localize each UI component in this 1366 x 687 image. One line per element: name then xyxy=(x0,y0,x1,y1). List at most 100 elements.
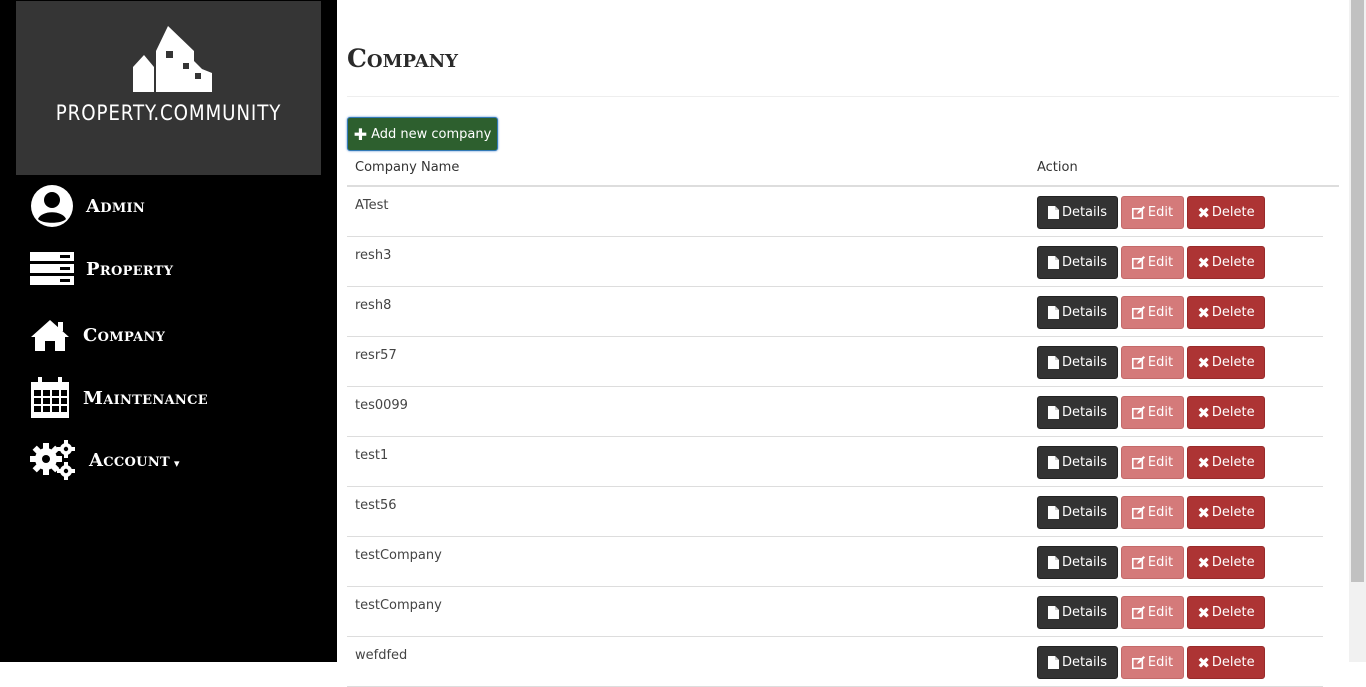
edit-label: Edit xyxy=(1147,655,1174,670)
company-name: test1 xyxy=(355,448,389,463)
delete-button[interactable]: ✖ Delete xyxy=(1187,396,1265,429)
delete-button[interactable]: ✖ Delete xyxy=(1187,246,1265,279)
edit-icon xyxy=(1131,256,1145,269)
table-row: wefdfed Details Edit ✖ Delete xyxy=(347,637,1323,687)
edit-button[interactable]: Edit xyxy=(1121,546,1184,579)
scrollbar-thumb[interactable] xyxy=(1351,0,1364,582)
details-label: Details xyxy=(1061,405,1108,420)
sidebar-item-account[interactable]: Account ▾ xyxy=(30,439,180,481)
delete-button[interactable]: ✖ Delete xyxy=(1187,496,1265,529)
edit-button[interactable]: Edit xyxy=(1121,496,1184,529)
title-divider xyxy=(347,96,1339,97)
sidebar-item-maintenance[interactable]: Maintenance xyxy=(30,377,208,419)
sidebar-item-label: Maintenance xyxy=(83,387,208,409)
close-icon: ✖ xyxy=(1197,603,1210,622)
edit-icon xyxy=(1131,556,1145,569)
logo[interactable]: PROPERTY.COMMUNITY xyxy=(16,1,321,175)
company-name: wefdfed xyxy=(355,648,408,663)
table-row: tes0099 Details Edit ✖ Delete xyxy=(347,387,1323,437)
edit-label: Edit xyxy=(1147,205,1174,220)
details-button[interactable]: Details xyxy=(1037,596,1118,629)
vertical-scrollbar[interactable] xyxy=(1349,0,1366,662)
details-label: Details xyxy=(1061,605,1108,620)
file-icon xyxy=(1047,256,1059,269)
table-row: resr57 Details Edit ✖ Delete xyxy=(347,337,1323,387)
delete-label: Delete xyxy=(1211,405,1255,420)
edit-button[interactable]: Edit xyxy=(1121,246,1184,279)
company-name: test56 xyxy=(355,498,397,513)
sidebar-item-property[interactable]: Property xyxy=(30,252,173,286)
delete-button[interactable]: ✖ Delete xyxy=(1187,196,1265,229)
company-name: ATest xyxy=(355,198,389,213)
edit-label: Edit xyxy=(1147,355,1174,370)
page-title: Company xyxy=(347,44,458,73)
close-icon: ✖ xyxy=(1197,253,1210,272)
file-icon xyxy=(1047,606,1059,619)
details-button[interactable]: Details xyxy=(1037,296,1118,329)
edit-label: Edit xyxy=(1147,505,1174,520)
table-row: ATest Details Edit ✖ Delete xyxy=(347,187,1323,237)
delete-label: Delete xyxy=(1211,655,1255,670)
sidebar-item-company[interactable]: Company xyxy=(30,318,165,352)
company-name: resh8 xyxy=(355,298,392,313)
details-label: Details xyxy=(1061,455,1108,470)
edit-icon xyxy=(1131,506,1145,519)
delete-label: Delete xyxy=(1211,555,1255,570)
details-label: Details xyxy=(1061,205,1108,220)
details-button[interactable]: Details xyxy=(1037,546,1118,579)
add-company-button[interactable]: ✚ Add new company xyxy=(347,117,498,151)
details-button[interactable]: Details xyxy=(1037,646,1118,679)
sidebar-item-admin[interactable]: Admin xyxy=(30,184,145,228)
details-button[interactable]: Details xyxy=(1037,396,1118,429)
edit-icon xyxy=(1131,656,1145,669)
file-icon xyxy=(1047,506,1059,519)
delete-label: Delete xyxy=(1211,355,1255,370)
details-button[interactable]: Details xyxy=(1037,196,1118,229)
edit-icon xyxy=(1131,306,1145,319)
close-icon: ✖ xyxy=(1197,303,1210,322)
edit-button[interactable]: Edit xyxy=(1121,396,1184,429)
close-icon: ✖ xyxy=(1197,453,1210,472)
edit-button[interactable]: Edit xyxy=(1121,346,1184,379)
delete-button[interactable]: ✖ Delete xyxy=(1187,546,1265,579)
details-label: Details xyxy=(1061,655,1108,670)
details-button[interactable]: Details xyxy=(1037,346,1118,379)
delete-label: Delete xyxy=(1211,605,1255,620)
delete-button[interactable]: ✖ Delete xyxy=(1187,596,1265,629)
edit-icon xyxy=(1131,356,1145,369)
delete-button[interactable]: ✖ Delete xyxy=(1187,346,1265,379)
chevron-down-icon: ▾ xyxy=(173,456,180,470)
close-icon: ✖ xyxy=(1197,203,1210,222)
close-icon: ✖ xyxy=(1197,553,1210,572)
edit-icon xyxy=(1131,456,1145,469)
details-label: Details xyxy=(1061,555,1108,570)
edit-button[interactable]: Edit xyxy=(1121,196,1184,229)
delete-button[interactable]: ✖ Delete xyxy=(1187,296,1265,329)
close-icon: ✖ xyxy=(1197,653,1210,672)
edit-button[interactable]: Edit xyxy=(1121,646,1184,679)
delete-button[interactable]: ✖ Delete xyxy=(1187,446,1265,479)
details-label: Details xyxy=(1061,305,1108,320)
column-header-action: Action xyxy=(1037,160,1078,175)
delete-label: Delete xyxy=(1211,505,1255,520)
file-icon xyxy=(1047,656,1059,669)
company-name: tes0099 xyxy=(355,398,408,413)
table-row: resh3 Details Edit ✖ Delete xyxy=(347,237,1323,287)
sidebar: PROPERTY.COMMUNITY Admin Property Compan… xyxy=(0,0,337,662)
table-row: test1 Details Edit ✖ Delete xyxy=(347,437,1323,487)
details-button[interactable]: Details xyxy=(1037,246,1118,279)
table-row: test56 Details Edit ✖ Delete xyxy=(347,487,1323,537)
details-button[interactable]: Details xyxy=(1037,446,1118,479)
company-name: testCompany xyxy=(355,548,442,563)
details-button[interactable]: Details xyxy=(1037,496,1118,529)
delete-button[interactable]: ✖ Delete xyxy=(1187,646,1265,679)
edit-button[interactable]: Edit xyxy=(1121,296,1184,329)
edit-icon xyxy=(1131,606,1145,619)
calendar-icon xyxy=(31,377,69,418)
details-label: Details xyxy=(1061,505,1108,520)
edit-icon xyxy=(1131,206,1145,219)
edit-button[interactable]: Edit xyxy=(1121,596,1184,629)
file-icon xyxy=(1047,306,1059,319)
file-icon xyxy=(1047,456,1059,469)
edit-button[interactable]: Edit xyxy=(1121,446,1184,479)
